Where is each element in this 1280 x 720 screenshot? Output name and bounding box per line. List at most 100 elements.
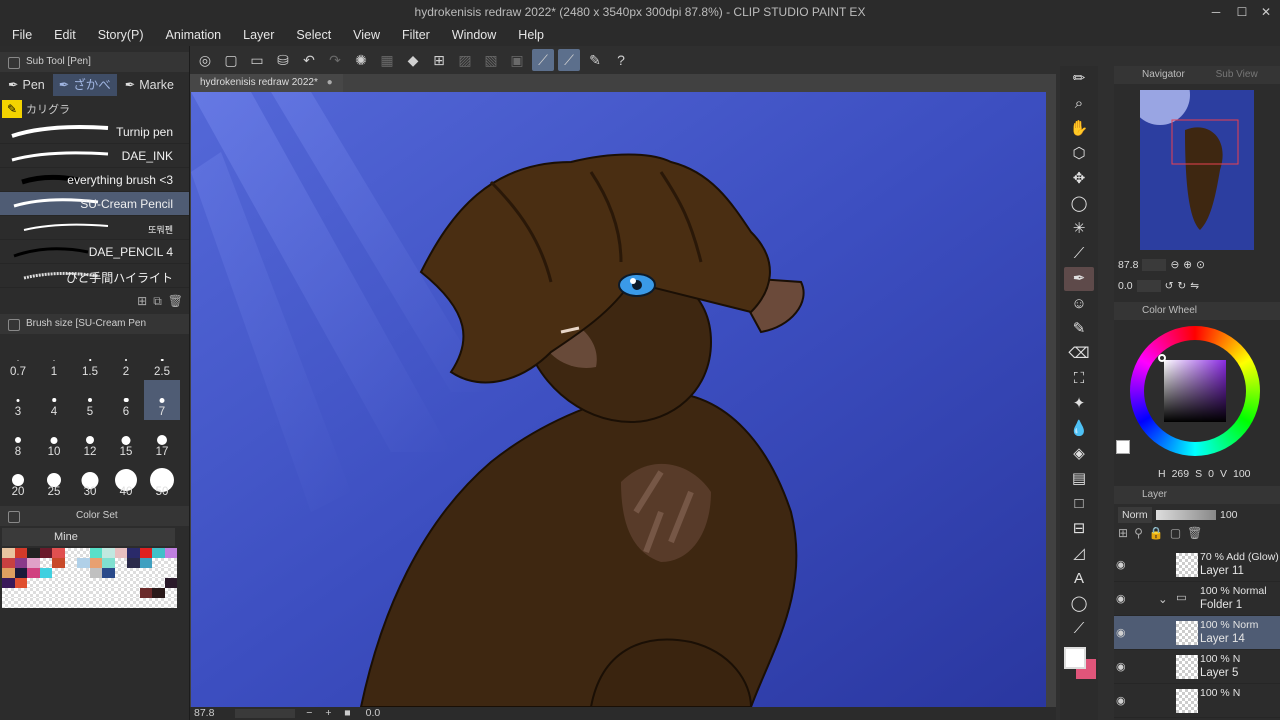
color-swatch[interactable] [89,578,102,588]
color-swatch[interactable] [139,588,152,598]
color-swatch[interactable] [27,578,40,588]
brush-size-cell[interactable]: 3 [0,380,36,420]
color-swatch[interactable] [39,558,52,568]
brush-item[interactable]: everything brush <3 [0,168,189,192]
color-swatch[interactable] [64,558,77,568]
main-color-mini[interactable] [1116,440,1130,454]
zoom-readout[interactable]: 87.8 [194,707,214,719]
eye-icon[interactable]: ◉ [1116,626,1126,639]
correct-line-icon[interactable]: ⟋ [1064,617,1094,641]
pen-settings-icon[interactable]: ✎ [584,49,606,71]
color-swatch-pair[interactable] [1062,645,1096,681]
menu-select[interactable]: Select [296,28,331,42]
snap-to-special-ruler-icon[interactable]: ⟋ [558,49,580,71]
main-color[interactable] [1064,647,1086,669]
tab-pen[interactable]: ✒ Pen [2,74,51,96]
brush-size-cell[interactable]: 20 [0,460,36,500]
color-swatch[interactable] [152,558,165,568]
color-swatch[interactable] [164,598,177,608]
color-swatch[interactable] [114,568,127,578]
text-icon[interactable]: A [1064,567,1094,591]
color-wheel[interactable] [1114,320,1280,466]
layer-item[interactable]: ◉ 100 % N [1114,684,1280,718]
clear-icon[interactable]: ✺ [350,49,372,71]
color-swatch[interactable] [114,558,127,568]
color-swatch[interactable] [14,598,27,608]
angle-readout[interactable]: 0.0 [366,707,381,719]
fill-icon[interactable]: ◆ [402,49,424,71]
minimize-button[interactable]: ─ [1204,0,1228,24]
brush-size-cell[interactable]: 25 [36,460,72,500]
brush-size-cell[interactable]: 50 [144,460,180,500]
balloon-icon[interactable]: ◯ [1064,592,1094,616]
color-swatch[interactable] [2,568,15,578]
transform-icon[interactable]: ⊞ [428,49,450,71]
color-swatch[interactable] [127,598,140,608]
value-value[interactable]: 100 [1233,468,1251,480]
color-swatch[interactable] [127,578,140,588]
color-swatch[interactable] [52,558,65,568]
color-swatch[interactable] [64,598,77,608]
color-swatch[interactable] [27,568,40,578]
navigator-preview[interactable] [1140,90,1254,250]
trash-icon[interactable]: 🗑 [168,294,183,308]
actual-size-icon[interactable]: ⊙ [1196,259,1205,271]
color-swatch[interactable] [14,558,27,568]
color-cursor[interactable] [1158,354,1166,362]
color-swatch[interactable] [77,568,90,578]
color-swatch[interactable] [127,558,140,568]
operation-icon[interactable]: ⬡ [1064,142,1094,166]
fit-icon[interactable]: ■ [344,707,350,719]
color-swatch[interactable] [77,598,90,608]
brush-size-cell[interactable]: 7 [144,380,180,420]
menu-file[interactable]: File [12,28,32,42]
layer-item[interactable]: ◉ 70 % Add (Glow) Layer 11 [1114,548,1280,582]
color-swatch[interactable] [127,568,140,578]
ruler-icon[interactable]: ◿ [1064,542,1094,566]
color-swatch[interactable] [27,598,40,608]
color-swatch[interactable] [102,588,115,598]
brush-icon[interactable]: ✎ [1064,317,1094,341]
gradient-icon[interactable]: ▤ [1064,467,1094,491]
clip-studio-icon[interactable]: ◎ [194,49,216,71]
rotate-left-icon[interactable]: ↺ [1165,280,1174,292]
brush-size-cell[interactable]: 2 [108,340,144,380]
pen-icon[interactable]: ✒ [1064,267,1094,291]
color-swatch[interactable] [2,588,15,598]
blend-icon[interactable]: 💧 [1064,417,1094,441]
zoom-out-icon[interactable]: − [306,707,312,719]
brush-size-cell[interactable]: 10 [36,420,72,460]
color-swatch[interactable] [77,578,90,588]
canvas[interactable] [191,92,1046,707]
tab-zakabe[interactable]: ✒ ざかべ [52,74,117,96]
menu-help[interactable]: Help [518,28,544,42]
close-button[interactable]: ✕ [1254,0,1278,24]
color-swatch[interactable] [39,568,52,578]
color-swatch[interactable] [52,588,65,598]
brush-item[interactable]: DAE_INK [0,144,189,168]
brush-size-cell[interactable]: 4 [36,380,72,420]
color-swatch[interactable] [139,578,152,588]
menu-view[interactable]: View [353,28,380,42]
color-swatch[interactable] [164,558,177,568]
brush-item[interactable]: 또뭐펜 [0,216,189,240]
flip-icon[interactable]: ⇋ [1190,280,1199,292]
color-swatch[interactable] [89,558,102,568]
color-swatch[interactable] [164,568,177,578]
decoration-icon[interactable]: ✦ [1064,392,1094,416]
selection-outline-icon[interactable]: ▣ [506,49,528,71]
color-swatch[interactable] [152,578,165,588]
eye-icon[interactable]: ◉ [1116,558,1126,571]
navigator-zoom-slider[interactable] [1142,259,1167,271]
airbrush-icon[interactable]: ⛶ [1064,367,1094,391]
color-swatch[interactable] [152,598,165,608]
clear-outside-icon[interactable]: ▦ [376,49,398,71]
color-swatch[interactable] [139,548,152,558]
navigator-angle[interactable]: 0.0 [1118,280,1133,292]
open-folder-icon[interactable]: ▭ [246,49,268,71]
brush-size-cell[interactable]: 15 [108,420,144,460]
magic-wand-icon[interactable]: ✳ [1064,217,1094,241]
copy-brush-icon[interactable]: ⧉ [153,294,162,309]
tab-navigator[interactable]: Navigator [1142,69,1185,80]
hand-icon[interactable]: ✋ [1064,117,1094,141]
